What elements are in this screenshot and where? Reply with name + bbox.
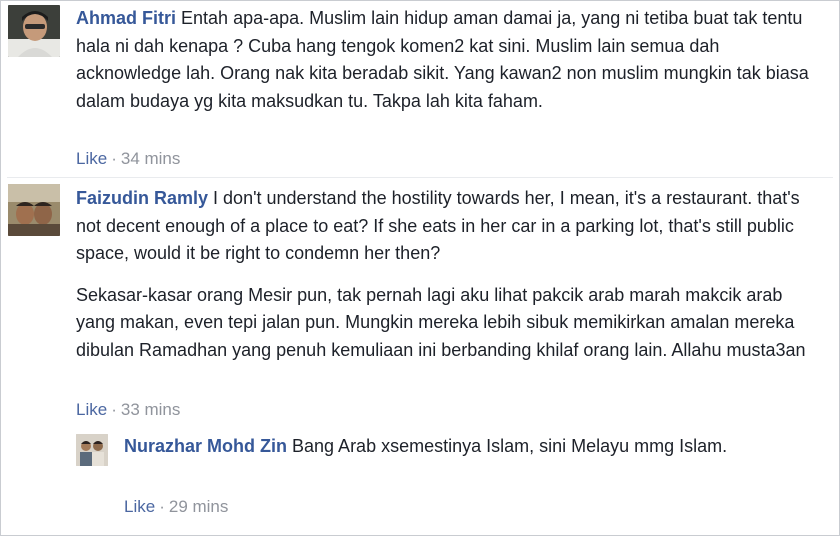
avatar[interactable] <box>76 434 108 466</box>
comment-timestamp[interactable]: 33 mins <box>121 400 181 419</box>
comment-text-paragraph: Sekasar-kasar orang Mesir pun, tak perna… <box>76 284 806 360</box>
like-button[interactable]: Like <box>76 400 107 419</box>
comment-divider <box>7 177 833 178</box>
comment-author[interactable]: Faizudin Ramly <box>76 188 208 208</box>
comment: Ahmad Fitri Entah apa-apa. Muslim lain h… <box>1 1 839 181</box>
avatar[interactable] <box>8 184 60 236</box>
reply-comment: Nurazhar Mohd Zin Bang Arab xsemestinya … <box>1 431 839 535</box>
meta-separator: · <box>159 497 165 516</box>
user-photo-icon <box>8 5 60 57</box>
comments-panel: Ahmad Fitri Entah apa-apa. Muslim lain h… <box>0 0 840 536</box>
comment: Faizudin Ramly I don't understand the ho… <box>1 181 839 431</box>
comment-author[interactable]: Ahmad Fitri <box>76 8 176 28</box>
avatar[interactable] <box>8 5 60 57</box>
comment-timestamp[interactable]: 34 mins <box>121 149 181 168</box>
comment-text: Entah apa-apa. Muslim lain hidup aman da… <box>76 8 809 111</box>
comment-text: Bang Arab xsemestinya Islam, sini Melayu… <box>292 436 728 456</box>
meta-separator: · <box>111 400 117 419</box>
meta-separator: · <box>111 149 117 168</box>
comment-timestamp[interactable]: 29 mins <box>169 497 229 516</box>
comment-author[interactable]: Nurazhar Mohd Zin <box>124 436 287 456</box>
user-photo-icon <box>8 184 60 236</box>
like-button[interactable]: Like <box>124 497 155 516</box>
user-photo-icon <box>76 434 108 466</box>
like-button[interactable]: Like <box>76 149 107 168</box>
